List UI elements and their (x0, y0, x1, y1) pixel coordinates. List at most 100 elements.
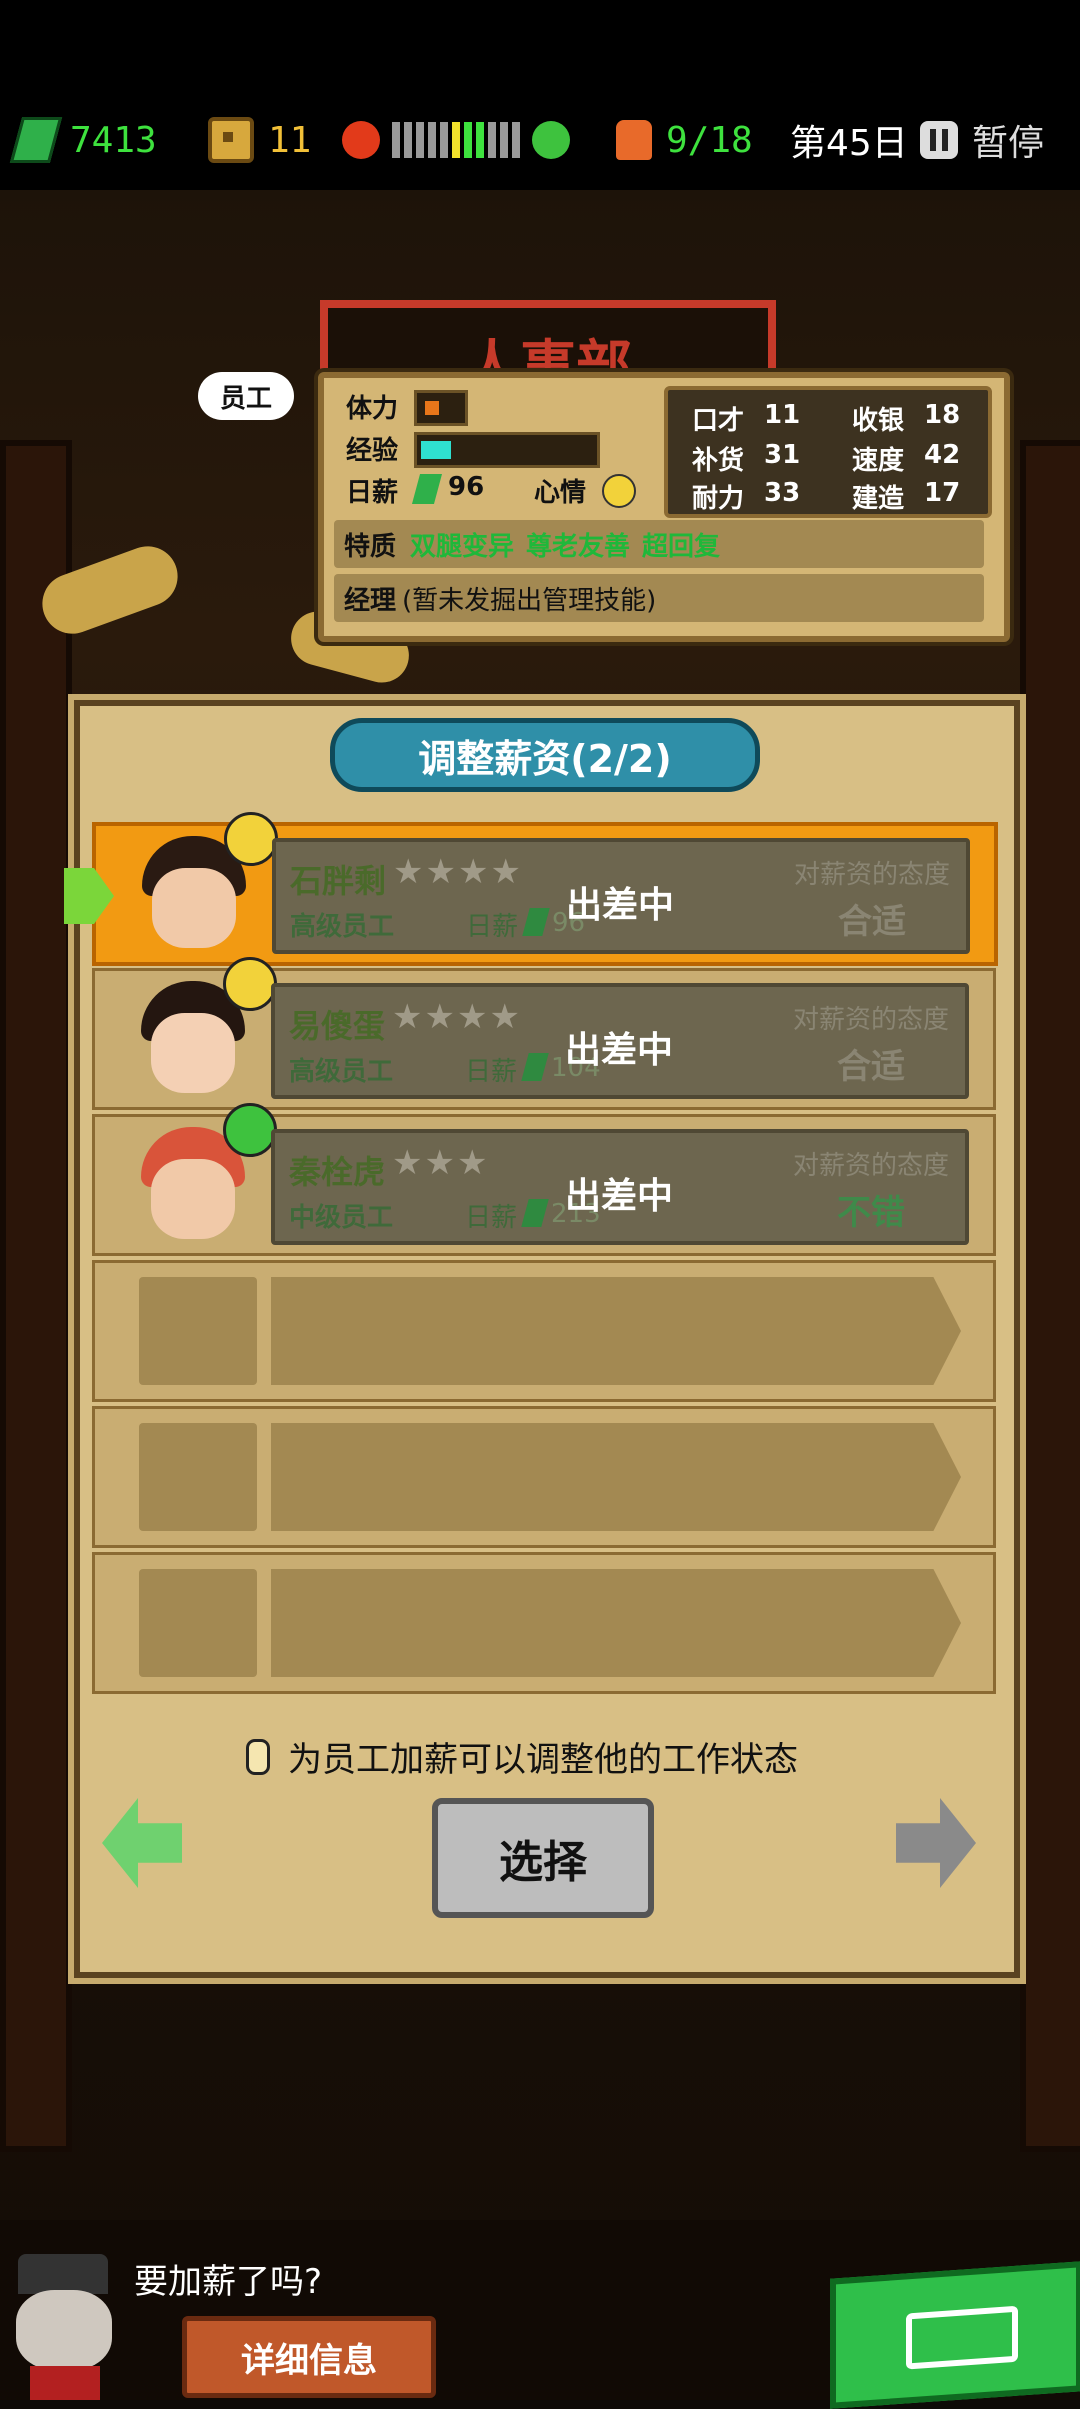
stat-label: 补货 (692, 446, 745, 476)
money-display: 7413 (9, 112, 157, 168)
mood-segment (440, 122, 448, 158)
attitude-label: 对薪资的态度 (793, 860, 950, 890)
traits-row: 特质 双腿变异 尊老友善 超回复 (334, 520, 984, 568)
select-button[interactable]: 选择 (432, 1798, 654, 1918)
neutral-face-icon (223, 957, 277, 1011)
money-value: 7413 (70, 119, 157, 161)
mood-segment (392, 122, 400, 158)
tip-text-row: 为员工加薪可以调整他的工作状态 (246, 1732, 798, 1781)
confirm-button[interactable] (830, 2261, 1080, 2409)
star-rating: ★★★★ (392, 997, 522, 1037)
stat-label: 口才 (692, 406, 745, 436)
salary-label: 日薪 (465, 1057, 518, 1087)
trip-status: 出差中 (565, 1176, 674, 1217)
empty-portrait-slot (139, 1423, 257, 1531)
left-pillar (0, 440, 72, 2152)
coin-icon (208, 117, 254, 163)
employee-rank: 中级员工 (289, 1203, 394, 1233)
employee-tag: 员工 (198, 372, 294, 420)
employee-name: 秦栓虎 (289, 1153, 386, 1191)
exp-bar (414, 432, 600, 468)
star-icon: ★ (392, 1143, 425, 1183)
stamina-bar (414, 390, 468, 426)
mood-meter (342, 112, 570, 168)
star-icon: ★ (489, 997, 522, 1037)
exp-fill (421, 441, 451, 459)
pause-button[interactable]: 暂停 (920, 112, 1044, 168)
star-icon: ★ (393, 852, 426, 892)
money-icon (521, 1199, 549, 1227)
dialog-text: 要加薪了吗? (134, 2262, 323, 2302)
happy-face-icon (532, 121, 570, 159)
angry-face-icon (342, 121, 380, 159)
mood-segment (452, 122, 460, 158)
mood-bar (392, 122, 520, 158)
stat-value: 31 (764, 440, 801, 470)
stat-value: 18 (924, 400, 961, 430)
empty-slot-row[interactable] (92, 1406, 996, 1548)
selection-arrow-icon (64, 868, 114, 924)
star-rating: ★★★ (392, 1143, 489, 1183)
stamina-label: 体力 (346, 394, 399, 424)
manager-face-icon (16, 2290, 112, 2370)
money-icon (521, 1053, 549, 1081)
empty-card-slot (271, 1277, 961, 1385)
star-icon: ★ (457, 852, 491, 892)
employee-card: 石胖剩 高级员工 ★★★★ 日薪 96 出差中 对薪资的态度 合适 (272, 838, 970, 954)
employee-row[interactable]: 易傻蛋 高级员工 ★★★★ 日薪 104 出差中 对薪资的态度 合适 (92, 957, 996, 1110)
empty-portrait-slot (139, 1277, 257, 1385)
trip-status: 出差中 (566, 885, 675, 926)
pause-icon (920, 121, 958, 159)
mood-segment (500, 122, 508, 158)
attitude-value: 合适 (837, 1047, 905, 1087)
empty-slot-row[interactable] (92, 1260, 996, 1402)
stat-value: 42 (924, 440, 961, 470)
employee-row[interactable]: 秦栓虎 中级员工 ★★★ 日薪 213 出差中 对薪资的态度 不错 (92, 1103, 996, 1256)
happy-face-icon (223, 1103, 277, 1157)
star-rating: ★★★★ (393, 852, 523, 892)
coin-display: 11 (208, 112, 311, 168)
star-icon: ★ (425, 852, 458, 892)
exp-label: 经验 (346, 436, 399, 466)
status-bar: 7413 11 9/18 第45日 暂停 (0, 0, 1080, 190)
employee-info-panel: 体力 经验 日薪 96 心情 口才 11 收银 18 补货 31 速度 42 耐… (318, 372, 1010, 642)
star-icon: ★ (424, 1143, 457, 1183)
staff-count-display: 9/18 (616, 112, 753, 168)
star-icon: ★ (456, 1143, 490, 1183)
hat-icon (18, 2254, 108, 2294)
daily-pay-value: 96 (448, 472, 485, 502)
attitude-value: 不错 (837, 1193, 905, 1233)
attitude-label: 对薪资的态度 (792, 1151, 949, 1181)
star-icon: ★ (424, 997, 457, 1037)
neutral-face-icon (224, 812, 278, 866)
staff-count-value: 9/18 (666, 119, 753, 161)
employee-row[interactable]: 石胖剩 高级员工 ★★★★ 日薪 96 出差中 对薪资的态度 合适 (64, 812, 998, 966)
attitude-value: 合适 (838, 902, 906, 942)
trait-tag: 双腿变异 (410, 531, 515, 562)
stats-box: 口才 11 收银 18 补货 31 速度 42 耐力 33 建造 17 (664, 386, 992, 518)
money-icon (9, 117, 63, 163)
stat-label: 耐力 (692, 484, 745, 514)
trip-status: 出差中 (565, 1030, 674, 1071)
employee-rank: 高级员工 (290, 912, 395, 942)
empty-card-slot (271, 1569, 961, 1677)
right-pillar (1020, 440, 1080, 2152)
empty-slot-row[interactable] (92, 1552, 996, 1694)
day-value: 第45日 (790, 123, 908, 164)
manager-text: (暂未发掘出管理技能) (402, 585, 657, 616)
stamina-fill (425, 401, 439, 415)
traits-label: 特质 (344, 531, 397, 562)
detail-info-button[interactable]: 详细信息 (182, 2316, 436, 2398)
money-icon (522, 908, 550, 936)
stat-label: 建造 (852, 484, 905, 514)
employee-name: 石胖剩 (290, 862, 387, 900)
salary-label: 日薪 (465, 1203, 518, 1233)
attitude-label: 对薪资的态度 (792, 1005, 949, 1035)
neutral-face-icon (602, 474, 636, 508)
mood-segment (476, 122, 484, 158)
stat-value: 17 (924, 478, 961, 508)
employee-card: 秦栓虎 中级员工 ★★★ 日薪 213 出差中 对薪资的态度 不错 (271, 1129, 969, 1245)
trait-tag: 尊老友善 (526, 531, 631, 562)
money-icon (411, 474, 443, 504)
staff-icon (616, 120, 652, 160)
